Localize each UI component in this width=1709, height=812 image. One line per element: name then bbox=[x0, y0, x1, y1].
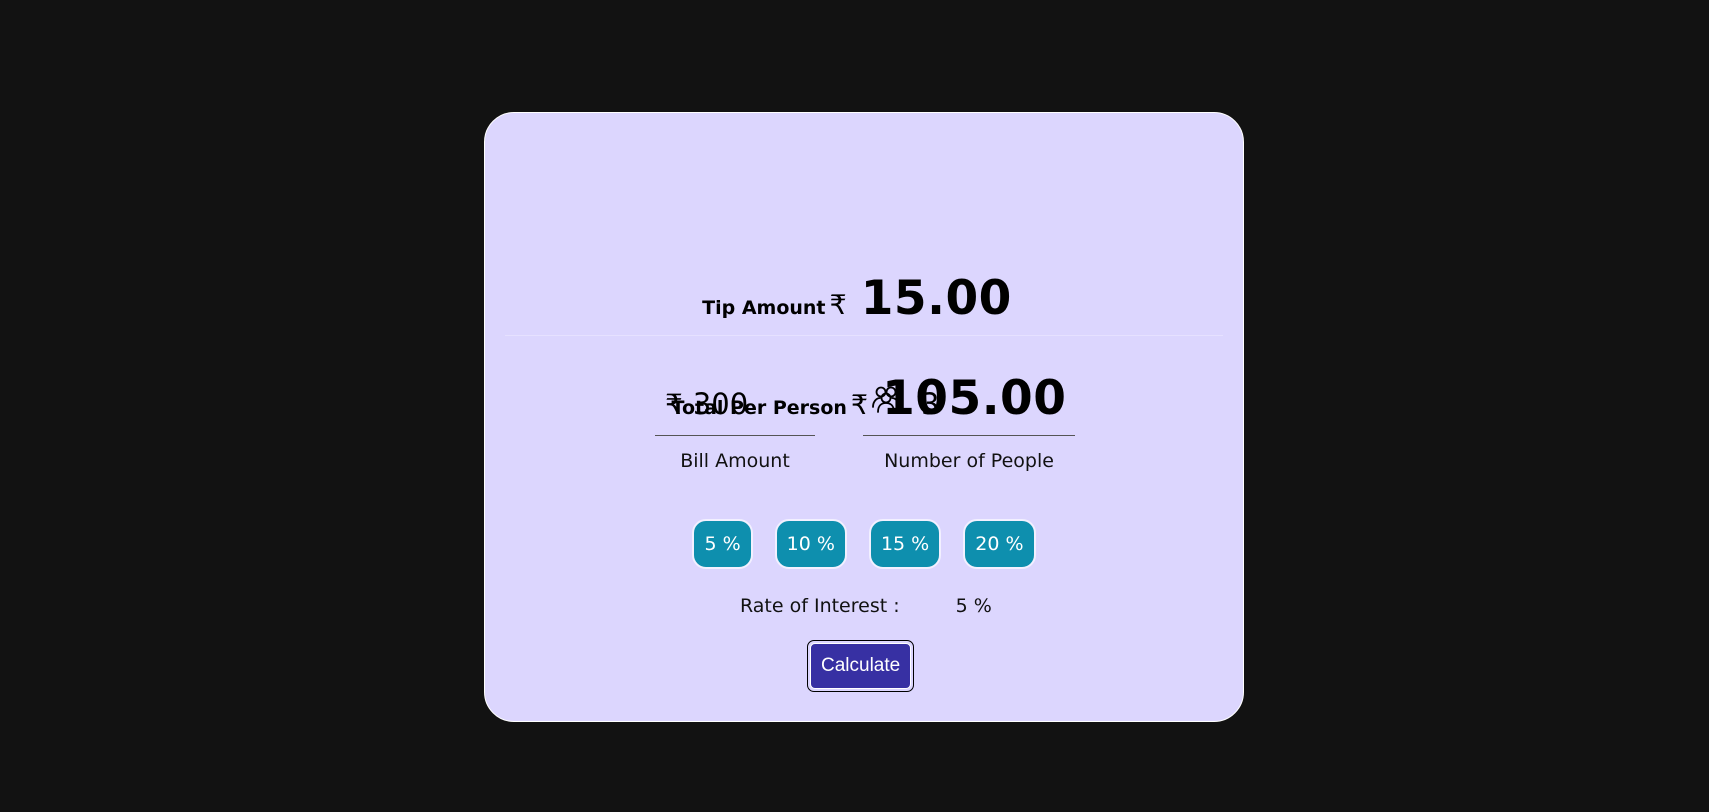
bill-amount-input[interactable]: ₹ 300 bbox=[655, 373, 815, 436]
tip-calculator-card: Tip Amount ₹ 15.00 Total Per Person ₹ 10… bbox=[484, 112, 1244, 722]
tip-20-button[interactable]: 20 % bbox=[963, 519, 1036, 569]
bill-amount-label: Bill Amount bbox=[680, 450, 790, 472]
rupee-icon: ₹ bbox=[829, 290, 847, 321]
calculate-button-outline: Calculate bbox=[807, 640, 915, 692]
tip-amount-value: 15.00 bbox=[860, 271, 1012, 326]
number-of-people-field: 3 Number of People bbox=[863, 373, 1075, 472]
rate-of-interest-label: Rate of Interest : bbox=[740, 595, 900, 617]
tip-10-button[interactable]: 10 % bbox=[774, 519, 847, 569]
bill-amount-field: ₹ 300 Bill Amount bbox=[655, 373, 815, 472]
tip-15-button[interactable]: 15 % bbox=[868, 519, 942, 569]
number-of-people-value: 3 bbox=[921, 387, 940, 421]
rupee-icon: ₹ bbox=[665, 387, 683, 421]
number-of-people-input[interactable]: 3 bbox=[863, 373, 1075, 436]
tip-5-button[interactable]: 5 % bbox=[692, 519, 753, 569]
bill-amount-value: 300 bbox=[692, 387, 749, 421]
people-icon bbox=[872, 386, 900, 413]
calculate-button[interactable]: Calculate bbox=[810, 643, 912, 689]
divider bbox=[505, 335, 1223, 336]
tip-amount-row: Tip Amount ₹ 15.00 bbox=[485, 271, 1243, 326]
tip-amount-label: Tip Amount bbox=[702, 297, 826, 319]
rate-of-interest-value: 5 % bbox=[955, 595, 992, 617]
number-of-people-label: Number of People bbox=[884, 450, 1054, 472]
tip-percentage-buttons: 5 % 10 % 15 % 20 % bbox=[485, 519, 1243, 569]
rate-of-interest-row: Rate of Interest : 5 % bbox=[740, 595, 992, 617]
